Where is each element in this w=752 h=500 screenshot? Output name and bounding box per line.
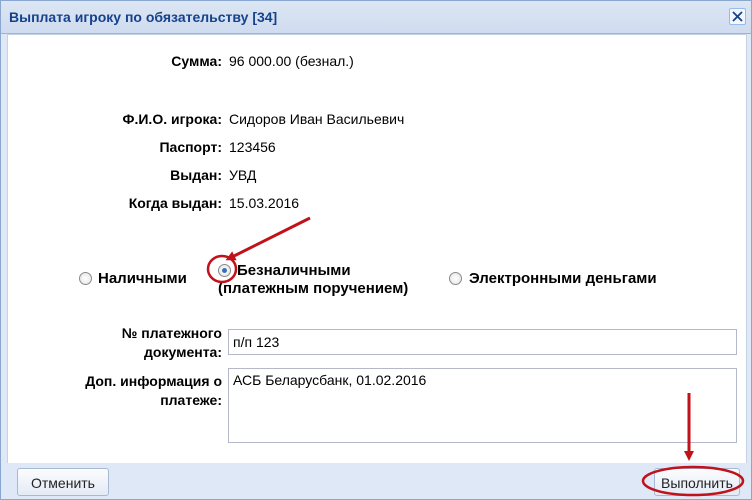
- close-icon: [732, 11, 743, 22]
- issued-date-label: Когда выдан:: [128, 195, 222, 211]
- dialog-window: Выплата игроку по обязательству [34] Сум…: [0, 0, 752, 500]
- close-button[interactable]: [729, 8, 746, 25]
- dialog-footer: Отменить Выполнить: [1, 463, 751, 499]
- issued-date-value: 15.03.2016: [229, 195, 300, 211]
- radio-cash[interactable]: [79, 272, 92, 285]
- radio-bank-transfer[interactable]: [218, 264, 231, 277]
- issued-by-value: УВД: [229, 167, 257, 183]
- dialog-body: Сумма: 96 000.00 (безнал.) Ф.И.О. игрока…: [7, 34, 747, 464]
- player-name-value: Сидоров Иван Васильевич: [229, 111, 405, 127]
- radio-cash-label[interactable]: Наличными: [98, 270, 187, 288]
- dialog-title: Выплата игроку по обязательству [34]: [9, 9, 278, 25]
- doc-number-label-line1: № платежного: [121, 325, 222, 341]
- submit-button[interactable]: Выполнить: [654, 468, 740, 496]
- radio-bank-transfer-label-line2[interactable]: (платежным поручением): [218, 280, 408, 298]
- extra-info-textarea[interactable]: АСБ Беларусбанк, 01.02.2016: [228, 368, 737, 443]
- passport-label: Паспорт:: [159, 139, 222, 155]
- radio-bank-transfer-label-line1[interactable]: Безналичными: [237, 262, 351, 280]
- cancel-button[interactable]: Отменить: [17, 468, 109, 496]
- radio-e-money[interactable]: [449, 272, 462, 285]
- doc-number-label-line2: документа:: [144, 344, 222, 360]
- extra-info-label-line1: Доп. информация о: [85, 373, 222, 389]
- sum-label: Сумма:: [171, 53, 222, 69]
- sum-value: 96 000.00 (безнал.): [229, 53, 354, 69]
- player-name-label: Ф.И.О. игрока:: [122, 111, 222, 127]
- passport-value: 123456: [229, 139, 276, 155]
- dialog-titlebar[interactable]: Выплата игроку по обязательству [34]: [1, 1, 751, 34]
- issued-by-label: Выдан:: [170, 167, 222, 183]
- doc-number-input[interactable]: [228, 329, 737, 355]
- radio-e-money-label[interactable]: Электронными деньгами: [469, 270, 657, 288]
- extra-info-label-line2: платеже:: [160, 392, 222, 408]
